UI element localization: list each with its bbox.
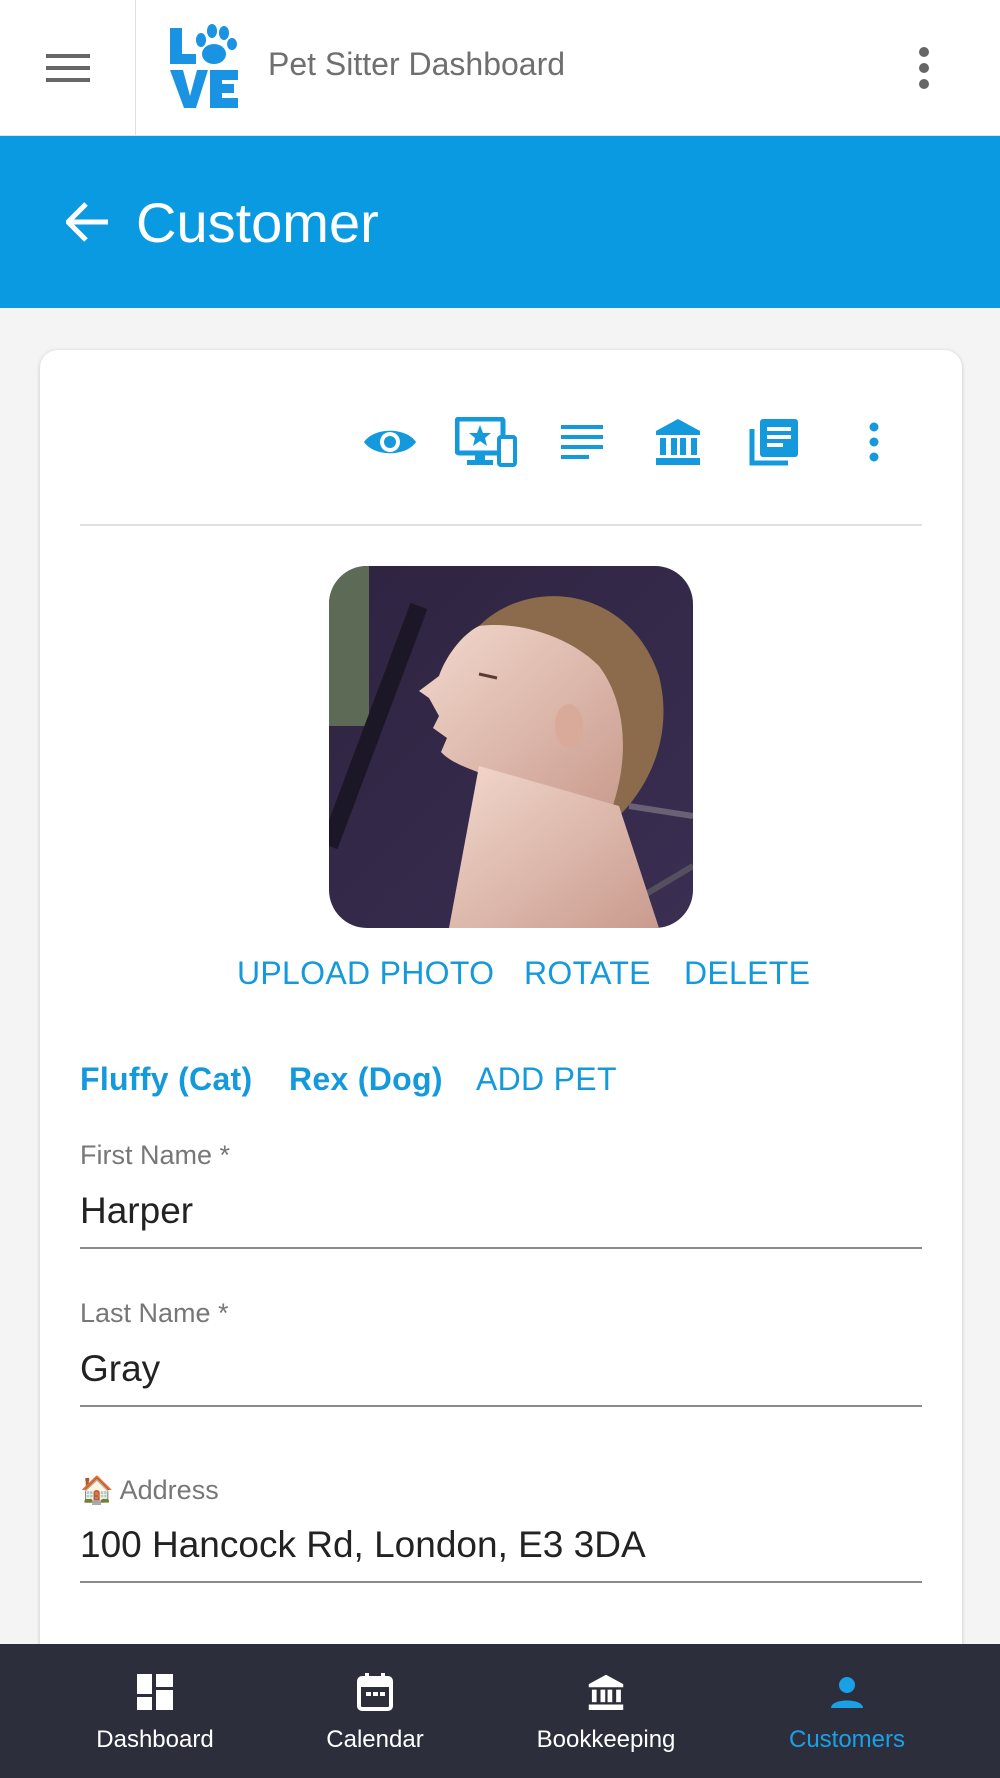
hamburger-menu-icon — [45, 54, 90, 82]
page-header: Customer — [0, 136, 1000, 308]
back-button[interactable] — [56, 188, 120, 256]
house-icon: 🏠 — [80, 1475, 114, 1505]
address-underline — [80, 1581, 922, 1583]
add-pet-button[interactable]: ADD PET — [476, 1061, 617, 1098]
bank-icon — [588, 1674, 624, 1710]
nav-customers[interactable]: Customers — [772, 1644, 922, 1778]
nav-dashboard[interactable]: Dashboard — [80, 1644, 230, 1778]
calendar-icon — [357, 1673, 393, 1711]
customer-photo — [329, 566, 693, 928]
pet-link-rex[interactable]: Rex (Dog) — [289, 1061, 443, 1098]
billing-button[interactable] — [642, 410, 714, 474]
notes-button[interactable] — [546, 410, 618, 474]
nav-dashboard-label: Dashboard — [96, 1726, 214, 1753]
address-label: Address — [119, 1475, 219, 1505]
eye-icon — [364, 430, 416, 454]
nav-calendar-label: Calendar — [326, 1726, 424, 1753]
preview-button[interactable] — [354, 410, 426, 474]
person-icon — [831, 1677, 863, 1708]
more-vert-icon — [919, 47, 929, 89]
more-vert-icon — [869, 422, 879, 462]
rotate-photo-button[interactable]: ROTATE — [524, 955, 651, 992]
nav-calendar[interactable]: Calendar — [300, 1644, 450, 1778]
address-label-row: 🏠 Address — [80, 1474, 219, 1506]
nav-customers-label: Customers — [788, 1726, 906, 1753]
customer-card: UPLOAD PHOTO ROTATE DELETE Fluffy (Cat) … — [40, 350, 962, 1778]
last-name-label: Last Name * — [80, 1298, 229, 1328]
delete-photo-button[interactable]: DELETE — [684, 955, 810, 992]
first-name-field[interactable] — [80, 1186, 922, 1236]
overflow-menu-button[interactable] — [900, 40, 948, 96]
bank-icon — [656, 419, 700, 465]
last-name-field[interactable] — [80, 1344, 922, 1394]
article-stack-icon — [749, 419, 798, 466]
records-button[interactable] — [738, 410, 810, 474]
last-name-underline — [80, 1405, 922, 1407]
top-app-bar: Pet Sitter Dashboard — [0, 0, 1000, 136]
menu-button[interactable] — [0, 0, 136, 136]
text-lines-icon — [561, 425, 603, 459]
nav-bookkeeping-label: Bookkeeping — [536, 1726, 676, 1753]
arrow-back-icon — [66, 202, 108, 242]
love-paw-logo — [168, 22, 240, 112]
devices-star-icon — [455, 417, 517, 467]
nav-bookkeeping[interactable]: Bookkeeping — [526, 1644, 686, 1778]
dashboard-icon — [137, 1674, 173, 1710]
toolbar-divider — [80, 524, 922, 526]
portal-devices-button[interactable] — [450, 410, 522, 474]
upload-photo-button[interactable]: UPLOAD PHOTO — [237, 955, 494, 992]
pet-link-fluffy[interactable]: Fluffy (Cat) — [80, 1061, 252, 1098]
app-title: Pet Sitter Dashboard — [268, 46, 566, 82]
card-overflow-button[interactable] — [838, 410, 910, 474]
first-name-label: First Name * — [80, 1140, 231, 1170]
page-title: Customer — [136, 191, 379, 254]
address-field[interactable] — [80, 1520, 922, 1570]
bottom-navigation: Dashboard Calendar Bookkeeping Customers — [0, 1644, 1000, 1778]
first-name-underline — [80, 1247, 922, 1249]
